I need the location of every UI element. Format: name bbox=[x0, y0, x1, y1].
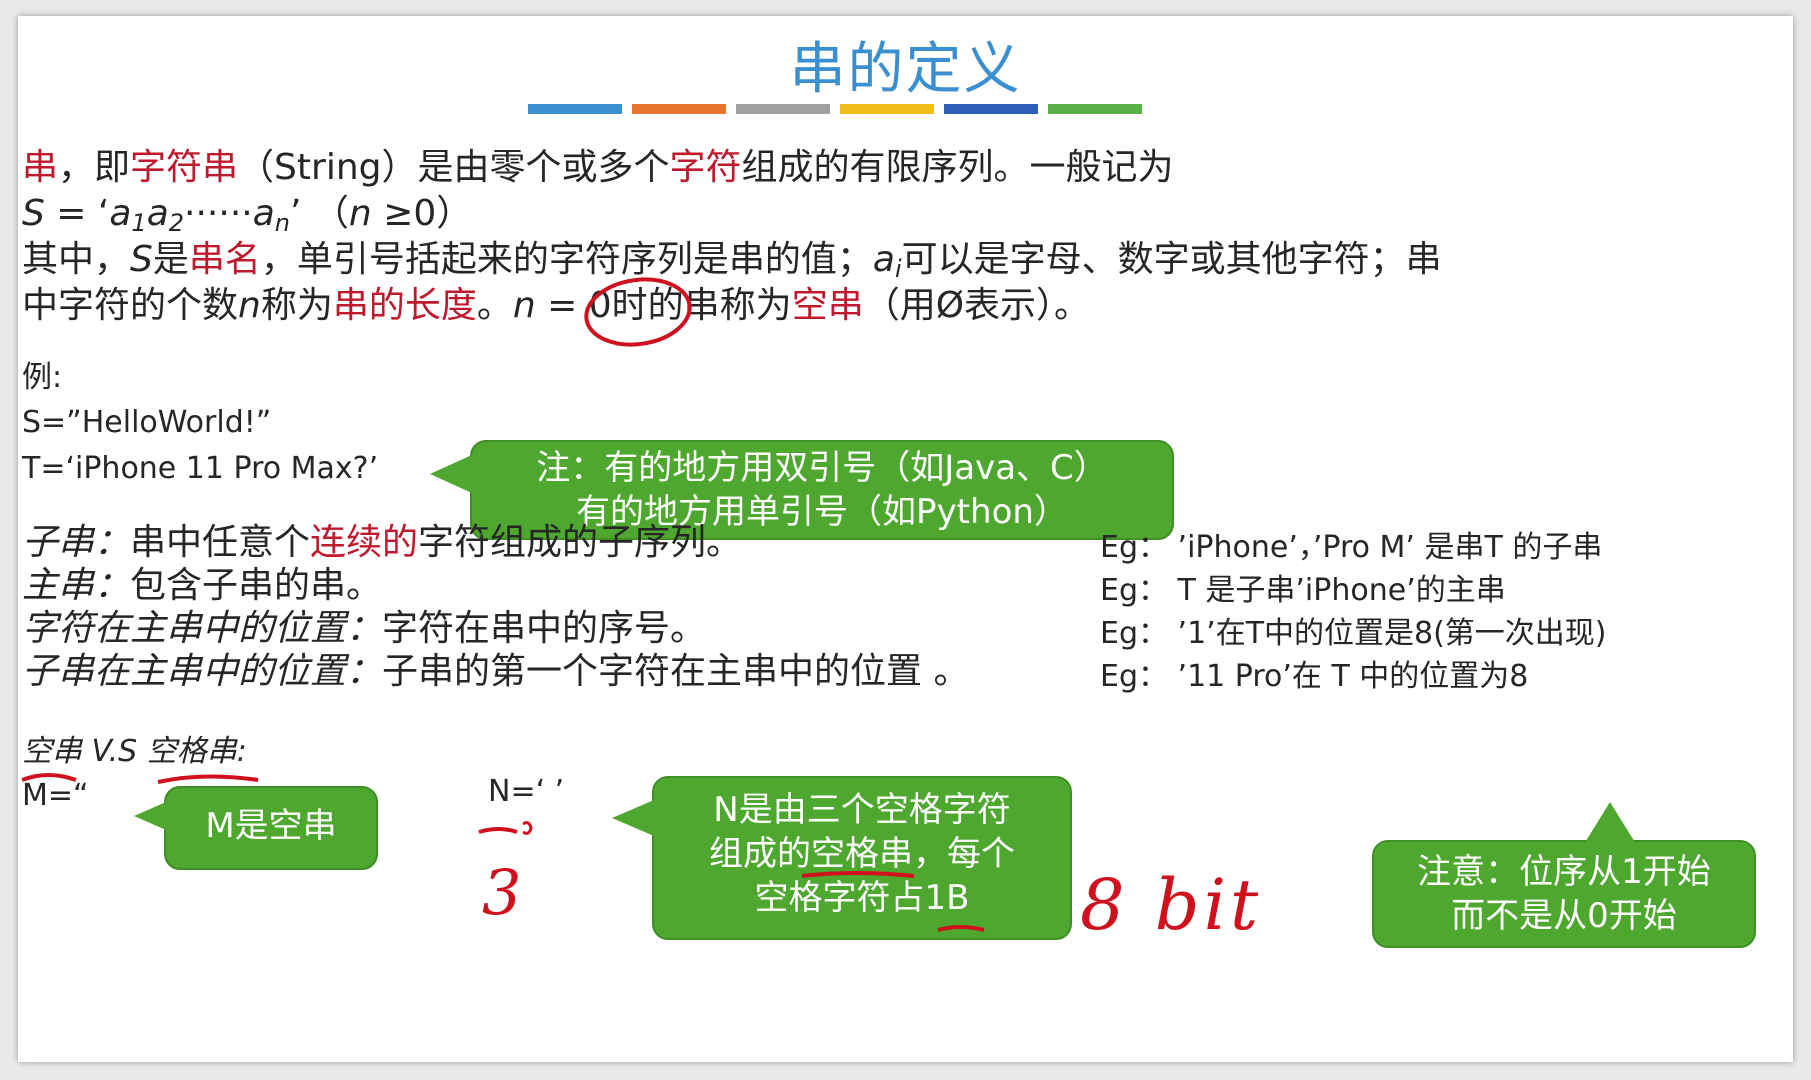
eg-substring: Eg： ’iPhone’，’Pro M’ 是串T 的子串 bbox=[1100, 530, 1603, 565]
definition-line-4: 中字符的个数n称为串的长度。n = 0时的串称为空串（用Ø表示）。 bbox=[22, 285, 1091, 326]
callout-tail bbox=[612, 800, 654, 836]
term-char-position: 字符在主串中的位置：字符在串中的序号。 bbox=[22, 608, 707, 649]
callout-tail bbox=[1584, 802, 1636, 844]
handwritten-8bit: 8 bit bbox=[1080, 864, 1263, 946]
callout-empty-string: M是空串 bbox=[134, 786, 378, 870]
underline-bar bbox=[528, 104, 622, 114]
underline-bar bbox=[840, 104, 934, 114]
underline-bar bbox=[736, 104, 830, 114]
title-underline bbox=[528, 104, 1148, 116]
definition-line-1: 串，即字符串（String）是由零个或多个字符组成的有限序列。一般记为 bbox=[22, 147, 1174, 188]
example-t: T=‘iPhone 11 Pro Max?’ bbox=[22, 451, 379, 486]
ink-circle-annotation bbox=[584, 277, 692, 347]
term-character: 字符 bbox=[669, 147, 742, 188]
term-string: 串 bbox=[22, 147, 59, 188]
example-s: S=”HelloWorld!” bbox=[22, 405, 272, 440]
example-label: 例: bbox=[22, 360, 63, 395]
term-main-string: 主串：包含子串的串。 bbox=[22, 565, 383, 606]
callout-position-note: 注意：位序从1开始 而不是从0开始 bbox=[1372, 802, 1756, 948]
eg-char-position: Eg： ’1’在T中的位置是8(第一次出现) bbox=[1100, 616, 1607, 651]
underline-bar bbox=[1048, 104, 1142, 114]
underline-bar bbox=[944, 104, 1038, 114]
term-string-length: 串的长度 bbox=[332, 285, 477, 326]
ink-mark-annotation bbox=[478, 821, 533, 835]
slide: 串的定义 串，即字符串（String）是由零个或多个字符组成的有限序列。一般记为… bbox=[18, 16, 1793, 1062]
term-character-string: 字符串 bbox=[130, 147, 239, 188]
eg-main-string: Eg： T 是子串’iPhone’的主串 bbox=[1100, 573, 1506, 608]
term-string-name: 串名 bbox=[188, 239, 261, 280]
eg-substring-position: Eg： ’11 Pro’在 T 中的位置为8 bbox=[1100, 659, 1529, 694]
handwritten-three: 3 bbox=[482, 856, 522, 929]
callout-tail bbox=[134, 802, 166, 830]
ink-underline-callout bbox=[801, 871, 985, 932]
empty-string-m: M=“ bbox=[22, 778, 89, 813]
term-empty-string: 空串 bbox=[791, 285, 864, 326]
term-substring-position: 子串在主串中的位置：子串的第一个字符在主串中的位置 。 bbox=[22, 651, 970, 692]
callout-tail bbox=[430, 454, 474, 494]
underline-bar bbox=[632, 104, 726, 114]
term-substring: 子串：串中任意个连续的字符组成的子序列。 bbox=[22, 522, 743, 563]
slide-title: 串的定义 bbox=[789, 37, 1022, 102]
